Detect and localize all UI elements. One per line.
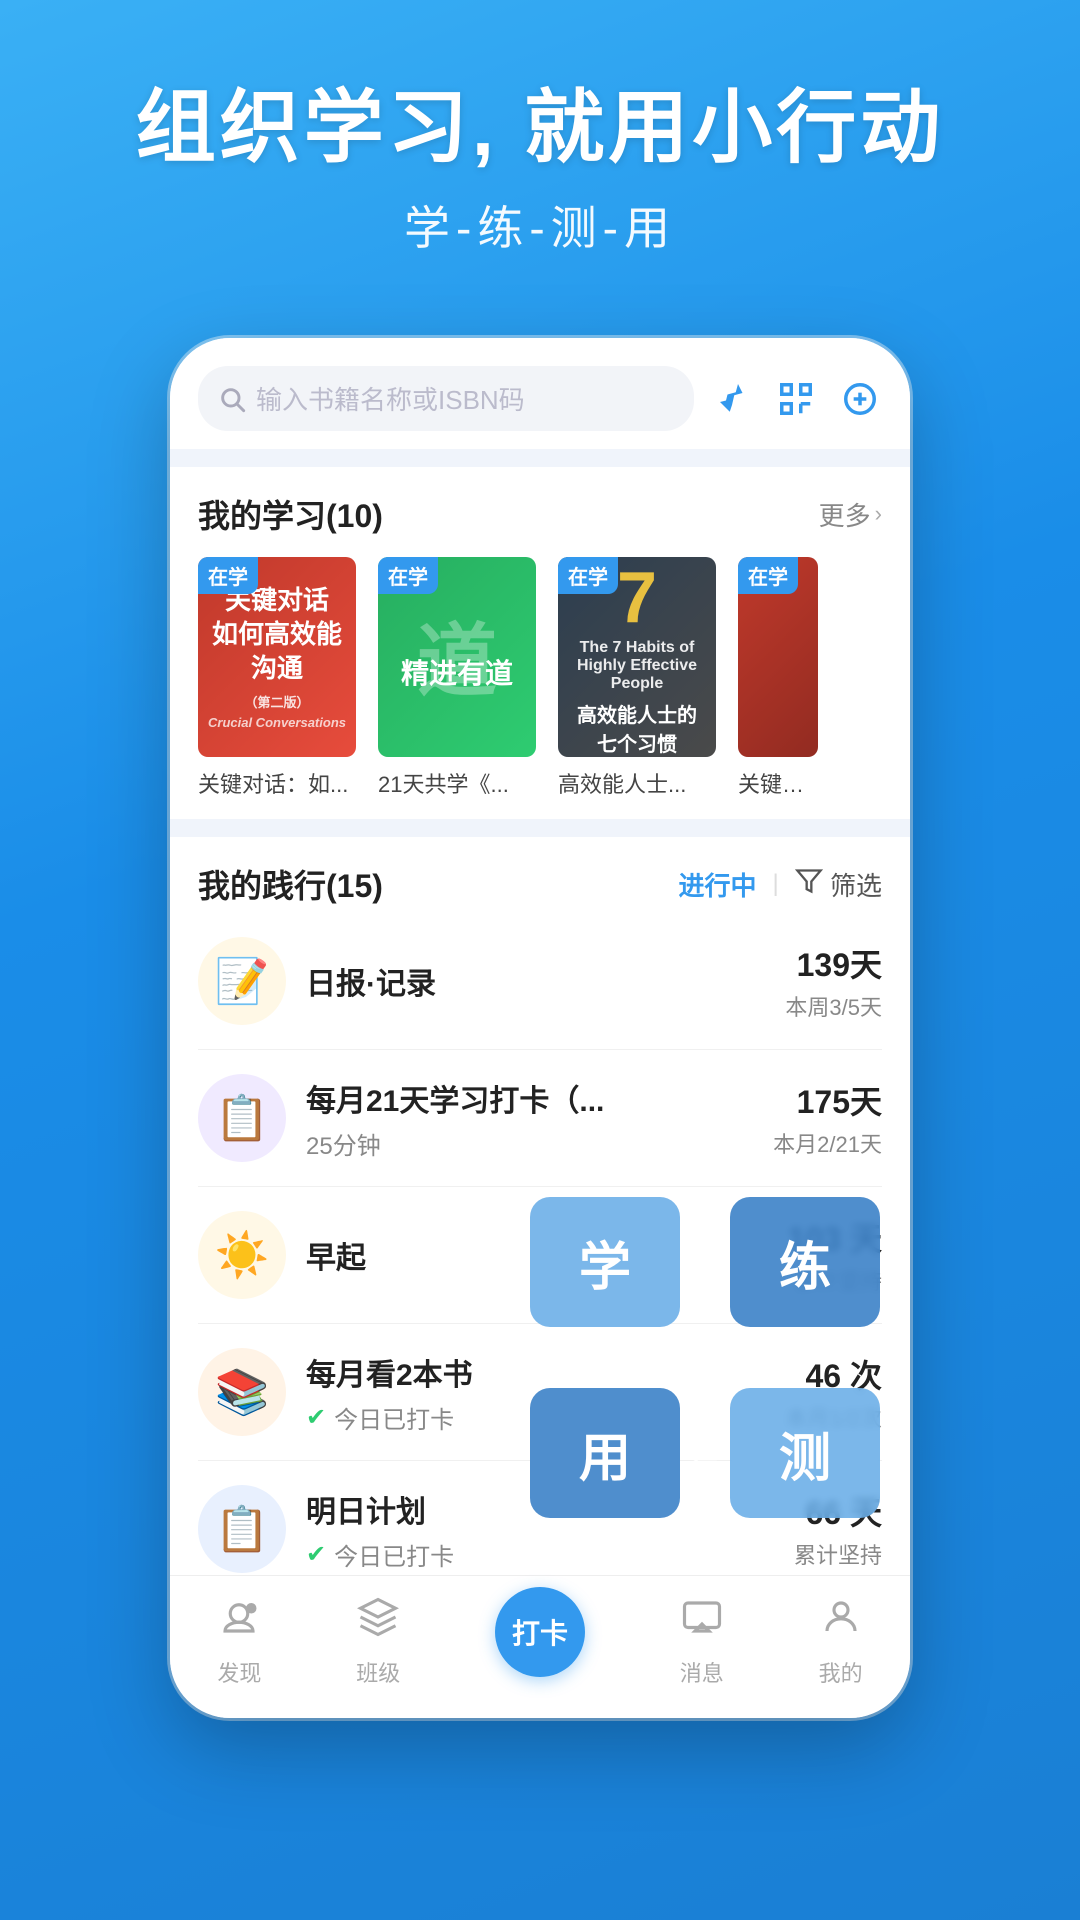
book-title: 高效能人士... xyxy=(558,767,716,799)
book-list: 关键对话如何高效能沟通 （第二版） Crucial Conversations … xyxy=(198,557,882,799)
search-bar: 输入书籍名称或ISBN码 xyxy=(170,338,910,449)
practice-sub: ✔ 今日已打卡 xyxy=(306,1537,774,1572)
checkin-button[interactable]: 打卡 xyxy=(495,1587,585,1677)
practice-stats: 139天 本周3/5天 xyxy=(785,940,882,1022)
bottom-nav: 发现 班级 打卡 xyxy=(170,1575,910,1718)
nav-label-profile: 我的 xyxy=(819,1656,863,1688)
book-title: 21天共学《... xyxy=(378,767,536,799)
pin-icon[interactable] xyxy=(710,377,754,421)
practice-item[interactable]: 📋 每月21天学习打卡（... 25分钟 175天 本月2/21天 xyxy=(198,1050,882,1187)
search-input-wrapper[interactable]: 输入书籍名称或ISBN码 xyxy=(198,366,694,431)
flow-row-top: 学 → 练 xyxy=(530,1197,880,1327)
book-cover: 7 The 7 Habits ofHighly Effective People… xyxy=(558,557,716,757)
stat-sub: 累计坚持 xyxy=(794,1538,882,1570)
nav-label-class: 班级 xyxy=(356,1656,400,1688)
more-button[interactable]: 更多 › xyxy=(819,496,882,533)
my-practice-section: 我的践行(15) 进行中 | 筛选 📝 日报·记录 139天 本 xyxy=(170,837,910,1607)
arrow-right-icon: → xyxy=(680,1240,730,1285)
practice-icon: 📋 xyxy=(198,1074,286,1162)
nav-label-message: 消息 xyxy=(680,1656,724,1688)
nav-item-profile[interactable]: 我的 xyxy=(819,1596,863,1688)
book-status-badge: 在学 xyxy=(738,557,798,594)
nav-item-class[interactable]: 班级 xyxy=(356,1596,400,1688)
practice-name: 日报·记录 xyxy=(306,959,765,1003)
nav-item-discover[interactable]: 发现 xyxy=(217,1596,261,1688)
book-status-badge: 在学 xyxy=(558,557,618,594)
hero-subtitle: 学-练-测-用 xyxy=(60,192,1020,258)
flow-diagram: 学 → 练 ↓ 用 ← 测 xyxy=(530,1197,880,1518)
book-item[interactable]: 关键对话如何高效能沟通 （第二版） Crucial Conversations … xyxy=(198,557,356,799)
book-title: 关键对... xyxy=(738,767,818,799)
search-placeholder: 输入书籍名称或ISBN码 xyxy=(256,380,525,417)
stat-sub: 本周3/5天 xyxy=(785,990,882,1022)
practice-icon: 📋 xyxy=(198,1485,286,1573)
nav-item-message[interactable]: 消息 xyxy=(680,1596,724,1688)
stat-sub: 本月2/21天 xyxy=(773,1127,882,1159)
practice-icon: 📝 xyxy=(198,937,286,1025)
nav-label-discover: 发现 xyxy=(217,1656,261,1688)
message-icon xyxy=(681,1596,723,1648)
search-icon xyxy=(218,385,246,413)
book-cover: 在学 xyxy=(738,557,818,757)
stat-days: 139天 xyxy=(785,940,882,986)
check-icon: ✔ xyxy=(306,1403,326,1432)
my-learning-title: 我的学习(10) xyxy=(198,491,383,537)
search-actions xyxy=(710,377,882,421)
book-item[interactable]: 7 The 7 Habits ofHighly Effective People… xyxy=(558,557,716,799)
my-learning-section: 我的学习(10) 更多 › 关键对话如何高效能沟通 （第二版） Crucial … xyxy=(170,467,910,819)
book-cover: 关键对话如何高效能沟通 （第二版） Crucial Conversations … xyxy=(198,557,356,757)
book-title: 关键对话：如... xyxy=(198,767,356,799)
practice-sub: 25分钟 xyxy=(306,1126,753,1161)
practice-stats: 175天 本月2/21天 xyxy=(773,1077,882,1159)
practice-item[interactable]: 📝 日报·记录 139天 本周3/5天 xyxy=(198,913,882,1050)
arrow-down-icon: ↓ xyxy=(655,1327,805,1388)
chevron-right-icon: › xyxy=(875,501,882,527)
arrow-left-icon: ← xyxy=(680,1431,730,1476)
book-status-badge: 在学 xyxy=(378,557,438,594)
stat-days: 175天 xyxy=(773,1077,882,1123)
practice-title: 我的践行(15) xyxy=(198,861,383,907)
practice-name: 每月21天学习打卡（... xyxy=(306,1076,753,1120)
book-cover: 道 精进有道 在学 xyxy=(378,557,536,757)
add-icon[interactable] xyxy=(838,377,882,421)
filter-icon[interactable]: 筛选 xyxy=(795,866,882,903)
learn-button[interactable]: 学 xyxy=(530,1197,680,1327)
flow-row-bottom: 用 ← 测 xyxy=(530,1388,880,1518)
hero-title: 组织学习, 就用小行动 xyxy=(60,80,1020,176)
practice-header: 我的践行(15) 进行中 | 筛选 xyxy=(198,861,882,907)
filter-active[interactable]: 进行中 xyxy=(679,866,757,903)
book-item[interactable]: 道 精进有道 在学 21天共学《... xyxy=(378,557,536,799)
phone-mockup: 输入书籍名称或ISBN码 xyxy=(170,338,910,1718)
book-status-badge: 在学 xyxy=(198,557,258,594)
scan-icon[interactable] xyxy=(774,377,818,421)
hero-section: 组织学习, 就用小行动 学-练-测-用 xyxy=(0,0,1080,298)
check-icon: ✔ xyxy=(306,1540,326,1569)
class-icon xyxy=(357,1596,399,1648)
test-button[interactable]: 测 xyxy=(730,1388,880,1518)
profile-icon xyxy=(820,1596,862,1648)
practice-content: 每月21天学习打卡（... 25分钟 xyxy=(306,1076,753,1161)
practice-filters: 进行中 | 筛选 xyxy=(679,866,883,903)
practice-content: 日报·记录 xyxy=(306,959,765,1003)
nav-item-checkin[interactable]: 打卡 xyxy=(495,1607,585,1677)
filter-divider: | xyxy=(773,870,779,898)
practice-icon: 📚 xyxy=(198,1348,286,1436)
my-learning-header: 我的学习(10) 更多 › xyxy=(198,491,882,537)
practice-button[interactable]: 练 xyxy=(730,1197,880,1327)
book-item[interactable]: 在学 关键对... xyxy=(738,557,818,799)
practice-icon: ☀️ xyxy=(198,1211,286,1299)
discover-icon xyxy=(218,1596,260,1648)
use-button[interactable]: 用 xyxy=(530,1388,680,1518)
